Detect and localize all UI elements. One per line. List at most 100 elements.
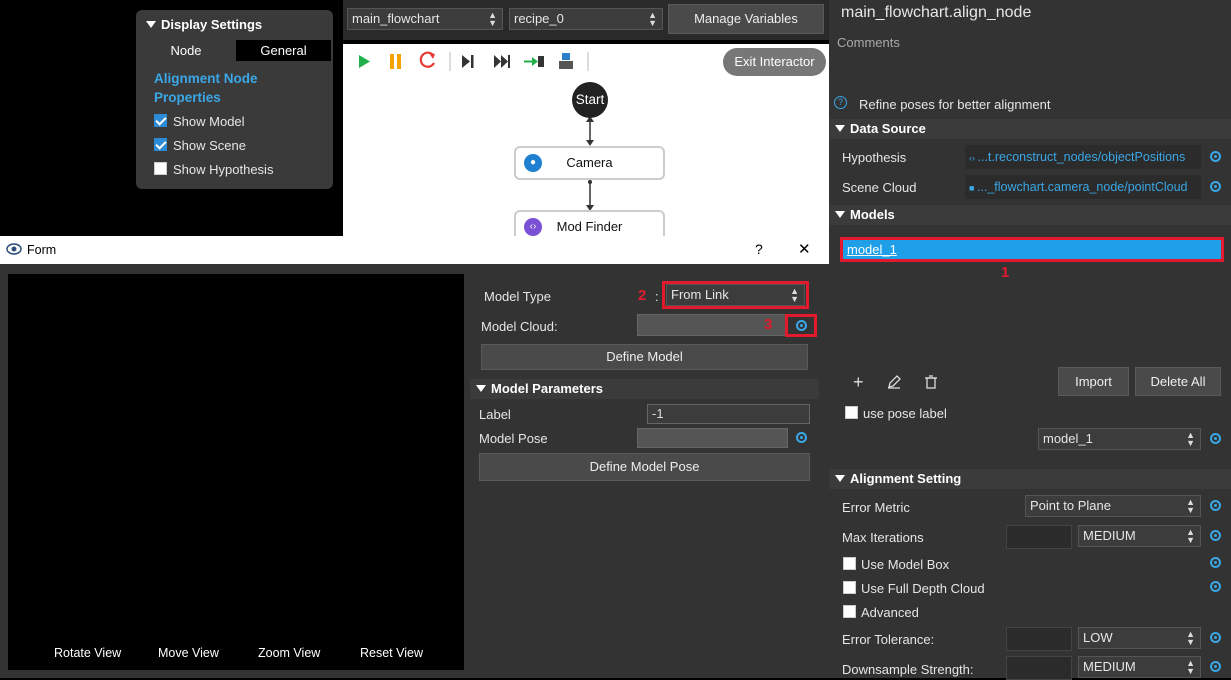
hypothesis-link[interactable]: ‹› ...t.reconstruct_nodes/objectPosition… — [965, 145, 1201, 169]
close-button[interactable]: ✕ — [798, 240, 811, 258]
help-button[interactable]: ? — [755, 241, 763, 257]
display-settings-panel: Display Settings Node General Alignment … — [136, 10, 333, 189]
downsample-strength-input[interactable] — [1006, 656, 1072, 680]
camera-node[interactable]: ● Camera — [514, 146, 665, 180]
camera-icon: ● — [524, 154, 542, 172]
link-target-icon[interactable] — [1210, 500, 1221, 511]
node-title: main_flowchart.align_node — [841, 4, 1032, 21]
model-type-select[interactable]: From Link ▲ ▼ — [666, 284, 805, 306]
updown-arrow-icon: ▲ ▼ — [1186, 527, 1195, 545]
link-target-icon[interactable] — [1210, 557, 1221, 568]
use-pose-label-text: use pose label — [863, 406, 947, 421]
scene-cloud-link[interactable]: ■ ..._flowchart.camera_node/pointCloud — [965, 175, 1201, 199]
use-full-depth-cloud-checkbox[interactable] — [843, 581, 856, 594]
delete-icon[interactable] — [924, 375, 938, 389]
annotation-number-2: 2 — [638, 287, 647, 304]
import-button[interactable]: Import — [1058, 367, 1129, 396]
use-full-depth-cloud-label: Use Full Depth Cloud — [861, 581, 985, 596]
updown-arrow-icon: ▲ ▼ — [1186, 629, 1195, 647]
downsample-strength-select[interactable]: MEDIUM ▲ ▼ — [1078, 656, 1201, 678]
link-target-icon[interactable] — [1210, 632, 1221, 643]
error-tolerance-label: Error Tolerance: — [842, 632, 935, 647]
scene-cloud-label: Scene Cloud — [842, 180, 917, 195]
colon-separator: : — [655, 289, 659, 304]
max-iterations-value: MEDIUM — [1083, 528, 1136, 543]
move-view-button[interactable]: Move View — [158, 646, 219, 660]
form-title-bar: Form ? ✕ — [0, 236, 829, 264]
form-dialog: Form ? ✕ Rotate View Move View Zoom View… — [0, 236, 829, 678]
use-model-box-checkbox[interactable] — [843, 557, 856, 570]
model-cloud-label: Model Cloud: — [481, 319, 558, 334]
link-target-icon[interactable] — [1210, 151, 1221, 162]
zoom-view-button[interactable]: Zoom View — [258, 646, 320, 660]
delete-all-button[interactable]: Delete All — [1135, 367, 1221, 396]
link-target-icon[interactable] — [1210, 581, 1221, 592]
reset-view-button[interactable]: Reset View — [360, 646, 423, 660]
link-target-icon[interactable] — [1210, 181, 1221, 192]
model-parameters-header[interactable]: Model Parameters — [470, 379, 819, 399]
error-tolerance-select[interactable]: LOW ▲ ▼ — [1078, 627, 1201, 649]
label-input[interactable]: -1 — [647, 404, 810, 424]
model-select[interactable]: model_1 ▲ ▼ — [1038, 428, 1201, 450]
step-icon — [462, 55, 470, 68]
define-model-button[interactable]: Define Model — [481, 344, 808, 370]
model-pose-label: Model Pose — [479, 431, 548, 446]
models-header[interactable]: Models — [829, 205, 1231, 225]
advanced-checkbox[interactable] — [843, 605, 856, 618]
help-icon: ? — [834, 96, 847, 109]
define-model-pose-button[interactable]: Define Model Pose — [479, 453, 810, 481]
manage-variables-button[interactable]: Manage Variables — [668, 4, 824, 34]
flowchart-canvas[interactable]: Start ● Camera ‹› Mod Finder Exit Intera… — [343, 44, 829, 244]
use-pose-label-checkbox[interactable] — [845, 406, 858, 419]
form-title: Form — [27, 243, 57, 257]
error-metric-select[interactable]: Point to Plane ▲ ▼ — [1025, 495, 1201, 517]
error-tolerance-input[interactable] — [1006, 627, 1072, 651]
models-heading: Models — [850, 207, 895, 222]
start-node[interactable]: Start — [572, 82, 608, 118]
collapse-triangle-icon — [146, 21, 156, 28]
help-text: Refine poses for better alignment — [859, 97, 1051, 112]
3d-viewport[interactable]: Rotate View Move View Zoom View Reset Vi… — [8, 274, 464, 670]
link-target-icon[interactable] — [1210, 433, 1221, 444]
debug-icon — [562, 53, 570, 60]
link-target-icon[interactable] — [1210, 530, 1221, 541]
updown-arrow-icon: ▲ ▼ — [790, 286, 799, 304]
model-pose-field[interactable] — [637, 428, 788, 448]
rotate-view-button[interactable]: Rotate View — [54, 646, 121, 660]
max-iterations-input[interactable] — [1006, 525, 1072, 549]
pause-icon — [390, 54, 394, 69]
flowchart-select[interactable]: main_flowchart ▲ ▼ — [347, 8, 503, 30]
hypothesis-link-text: ...t.reconstruct_nodes/objectPositions — [977, 150, 1186, 164]
tab-general[interactable]: General — [236, 40, 331, 61]
link-target-icon[interactable] — [796, 320, 807, 331]
error-tolerance-value: LOW — [1083, 630, 1113, 645]
show-scene-checkbox[interactable] — [154, 138, 167, 151]
fast-forward-icon — [494, 55, 501, 68]
max-iterations-label: Max Iterations — [842, 530, 924, 545]
link-target-icon[interactable] — [796, 432, 807, 443]
display-settings-title[interactable]: Display Settings — [146, 17, 262, 32]
data-source-header[interactable]: Data Source — [829, 119, 1231, 139]
show-model-checkbox[interactable] — [154, 114, 167, 127]
max-iterations-select[interactable]: MEDIUM ▲ ▼ — [1078, 525, 1201, 547]
add-icon[interactable]: + — [853, 372, 864, 393]
show-hypothesis-checkbox[interactable] — [154, 162, 167, 175]
app-logo-icon — [6, 243, 22, 255]
model-type-highlight: From Link ▲ ▼ — [662, 281, 809, 309]
tab-node[interactable]: Node — [136, 40, 236, 61]
exit-interactor-button[interactable]: Exit Interactor — [723, 48, 826, 76]
error-metric-label: Error Metric — [842, 500, 910, 515]
link-target-icon[interactable] — [1210, 661, 1221, 672]
updown-arrow-icon: ▲ ▼ — [1186, 430, 1195, 448]
alignment-setting-header[interactable]: Alignment Setting — [829, 469, 1231, 489]
edit-icon[interactable] — [887, 375, 901, 389]
recipe-select[interactable]: recipe_0 ▲ ▼ — [509, 8, 663, 30]
use-model-box-label: Use Model Box — [861, 557, 950, 572]
alignment-node-properties-heading: Alignment Node Properties — [154, 71, 258, 105]
model-list-item[interactable]: model_1 — [847, 242, 897, 257]
model-list-item-highlight[interactable]: model_1 — [840, 237, 1224, 262]
code-icon: ‹› — [524, 218, 542, 236]
collapse-triangle-icon — [835, 475, 845, 482]
model-cloud-link-highlight — [785, 314, 817, 337]
show-scene-label: Show Scene — [173, 138, 246, 153]
